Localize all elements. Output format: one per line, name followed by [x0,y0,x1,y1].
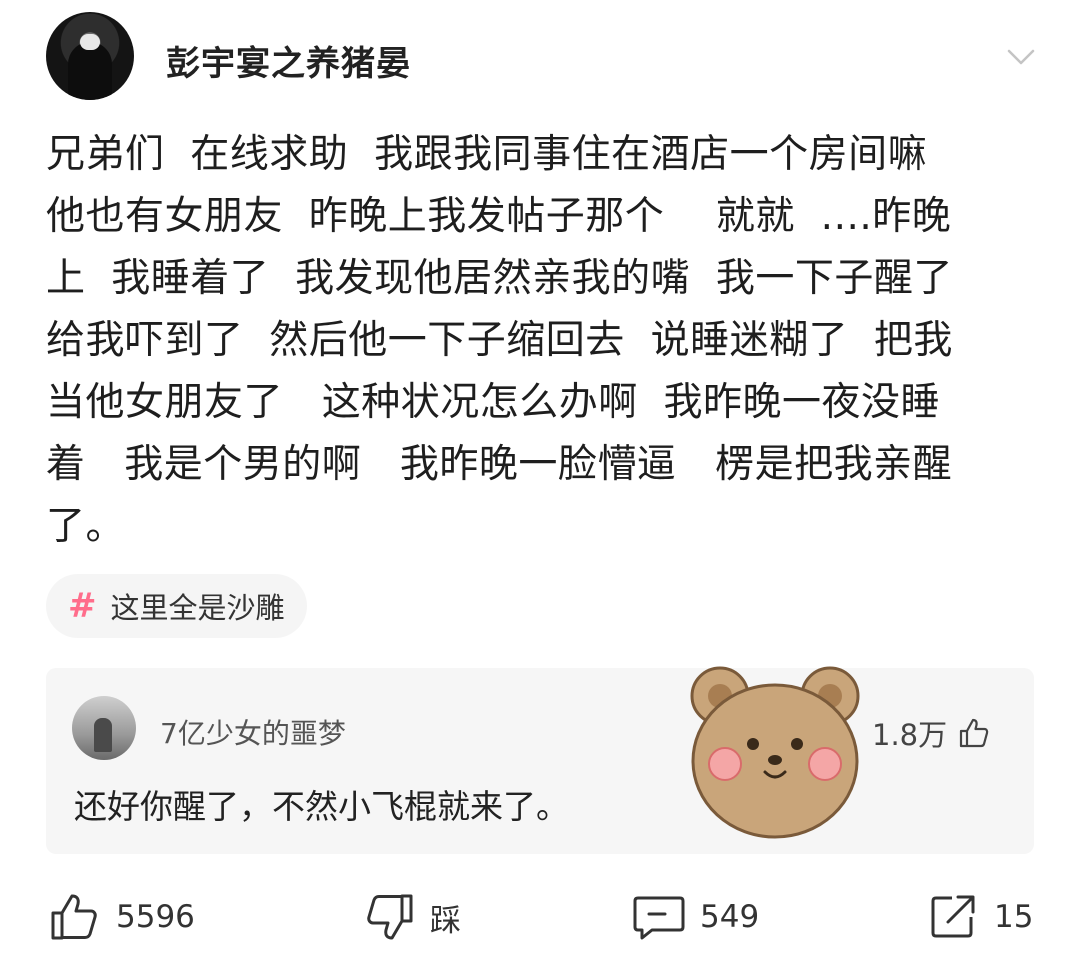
avatar-mask [80,34,100,50]
avatar[interactable] [46,12,134,100]
topic-tag[interactable]: # 这里全是沙雕 [46,574,307,638]
share-button[interactable]: 15 [926,890,1033,944]
topic-tag-label: 这里全是沙雕 [110,591,285,625]
comment-like-button[interactable]: 1.8万 [872,712,991,754]
share-icon [931,895,975,938]
share-count: 15 [994,899,1034,935]
like-button[interactable]: 5596 [48,890,195,944]
action-bar: 5596 踩 549 15 [0,880,1080,960]
chevron-down-icon[interactable] [1004,40,1038,74]
comment-avatar[interactable] [72,696,136,760]
dislike-button[interactable]: 踩 [362,890,461,944]
thumbs-down-icon [367,894,413,940]
thumbs-up-icon [960,718,989,748]
avatar-figure [68,42,112,100]
post-body: 兄弟们 在线求助 我跟我同事住在酒店一个房间嘛 他也有女朋友 昨晚上我发帖子那个… [46,132,953,549]
post-username[interactable]: 彭宇宴之养猪晏 [166,36,411,85]
dislike-label: 踩 [430,902,461,939]
top-comment-card[interactable]: 7亿少女的噩梦 还好你醒了，不然小飞棍就来了。 1.8万 [46,668,1034,854]
comment-icon [633,896,685,940]
like-count: 5596 [116,899,195,935]
bear-sticker [690,666,860,839]
avatar-figure [94,718,112,752]
comment-count: 549 [700,899,760,935]
post-header: 彭宇宴之养猪晏 [46,12,1046,102]
comment-button[interactable]: 549 [632,890,759,944]
comment-text: 还好你醒了，不然小飞棍就来了。 [74,787,569,826]
thumbs-up-icon [51,894,97,940]
hash-icon: # [68,586,97,626]
comment-username[interactable]: 7亿少女的噩梦 [160,712,346,752]
comment-like-count: 1.8万 [872,718,948,752]
